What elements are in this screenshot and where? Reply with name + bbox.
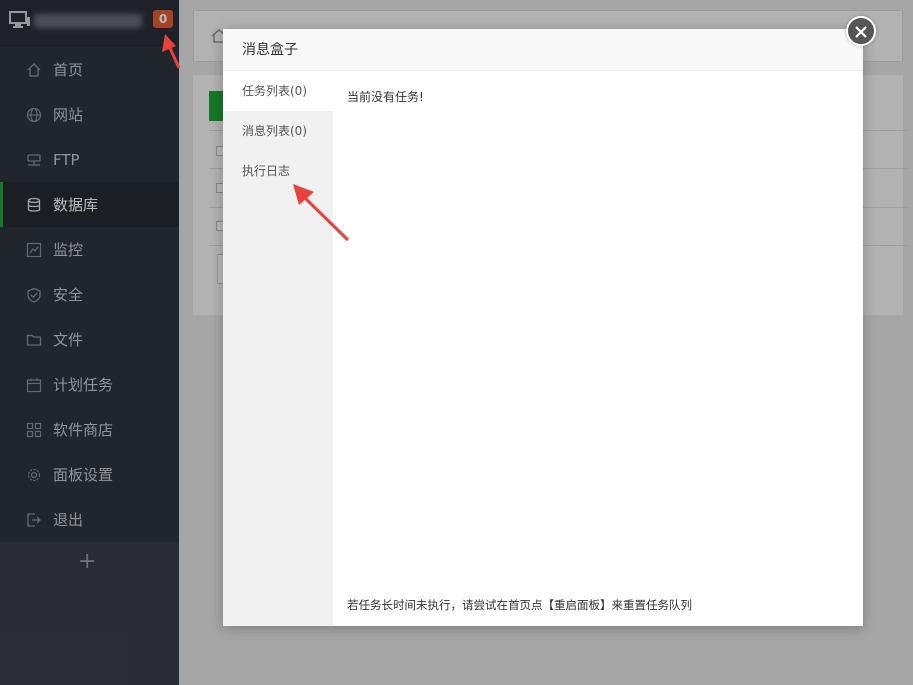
tab-message-list[interactable]: 消息列表(0) <box>223 111 333 151</box>
tab-execution-log[interactable]: 执行日志 <box>223 151 333 191</box>
modal-title: 消息盒子 <box>223 29 863 71</box>
tab-task-list[interactable]: 任务列表(0) <box>223 71 333 111</box>
modal-body: 当前没有任务! 若任务长时间未执行，请尝试在首页点【重启面板】来重置任务队列 <box>333 71 863 626</box>
close-icon <box>854 24 868 43</box>
empty-task-message: 当前没有任务! <box>347 90 424 104</box>
close-button[interactable] <box>846 16 876 46</box>
message-box-modal: 消息盒子 任务列表(0) 消息列表(0) 执行日志 当前没有任务! 若任务长时间… <box>223 29 863 626</box>
task-queue-hint: 若任务长时间未执行，请尝试在首页点【重启面板】来重置任务队列 <box>347 598 692 612</box>
modal-tabs: 任务列表(0) 消息列表(0) 执行日志 <box>223 71 333 626</box>
